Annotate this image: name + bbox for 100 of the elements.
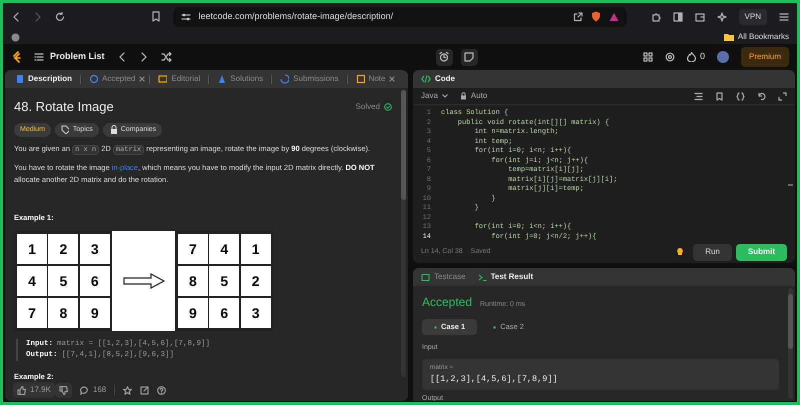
check-circle-icon <box>384 102 392 111</box>
close-icon[interactable] <box>389 76 396 82</box>
close-icon[interactable] <box>139 76 146 82</box>
panel-tab[interactable]: Note <box>352 71 390 87</box>
comment-icon <box>80 386 89 394</box>
matrix-cell: 4 <box>16 265 48 298</box>
comments-button[interactable]: 168 <box>80 384 106 396</box>
alarm-clock-icon <box>439 52 450 62</box>
settings-icon[interactable] <box>664 52 675 62</box>
matrix-cell: 6 <box>208 297 240 330</box>
avatar[interactable] <box>716 51 729 63</box>
verdict: Accepted <box>422 294 472 311</box>
puzzle-icon[interactable] <box>650 12 661 22</box>
matrix-cell: 6 <box>78 265 111 298</box>
scrollbar[interactable] <box>788 288 793 399</box>
panel-tab[interactable]: Editorial <box>154 71 204 87</box>
panel-tab[interactable]: Description <box>11 71 76 87</box>
undo-icon[interactable] <box>757 92 766 100</box>
matrix-cell: 1 <box>16 233 48 266</box>
expand-icon[interactable] <box>778 92 787 100</box>
matrix-cell: 4 <box>208 233 240 266</box>
matrix-cell: 5 <box>208 265 240 298</box>
matrix-cell: 3 <box>240 297 272 330</box>
next-icon[interactable] <box>138 52 149 62</box>
list-icon[interactable] <box>34 52 44 62</box>
sparkle-icon[interactable] <box>716 12 727 22</box>
scrollbar[interactable] <box>401 90 406 377</box>
streak-count: 0 <box>700 50 705 64</box>
tab-icon <box>280 74 290 84</box>
prev-icon[interactable] <box>116 52 127 62</box>
panel-tab[interactable]: Submissions <box>276 71 343 87</box>
menu-icon[interactable] <box>779 12 789 22</box>
mode-label: Auto <box>470 90 488 102</box>
tab-icon <box>158 74 168 84</box>
lock-icon <box>108 125 117 134</box>
panel-title: Code <box>435 73 455 85</box>
sticky-note-icon <box>464 52 474 62</box>
bookmark-icon[interactable] <box>715 92 724 100</box>
parameter-value: [[1,2,3],[4,5,6],[7,8,9]] <box>430 373 559 386</box>
address-bar[interactable]: leetcode.com/problems/rotate-image/description/ <box>172 6 627 26</box>
matrix-cell: 2 <box>47 233 80 266</box>
alarm-button[interactable] <box>436 48 453 66</box>
thumbs-down-icon <box>58 386 68 394</box>
bookmark-icon[interactable] <box>150 11 161 22</box>
tab-icon <box>15 74 24 84</box>
chevron-down-icon <box>442 94 448 98</box>
result-tab[interactable]: Testcase <box>421 271 466 283</box>
tab-icon <box>89 74 98 84</box>
matrix-cell: 9 <box>176 297 209 330</box>
braces-icon[interactable] <box>736 92 745 100</box>
dot-icon <box>493 326 496 328</box>
problem-title: 48. Rotate Image <box>14 98 114 116</box>
url-text: leetcode.com/problems/rotate-image/description/ <box>198 10 394 23</box>
shuffle-icon[interactable] <box>160 52 172 62</box>
panel-tab[interactable]: Solutions <box>213 71 268 87</box>
share-icon[interactable] <box>572 12 583 22</box>
tab-icon <box>217 74 226 84</box>
format-icon[interactable] <box>694 92 703 100</box>
matrix-cell: 7 <box>176 233 209 266</box>
problem-list-link[interactable]: Problem List <box>50 50 105 64</box>
help-icon[interactable] <box>157 386 166 394</box>
tab-icon <box>356 74 365 84</box>
matrix-cell: 7 <box>16 297 48 330</box>
triangle-icon[interactable] <box>608 12 619 22</box>
code-icon <box>421 75 431 83</box>
dislike-button[interactable] <box>54 382 72 398</box>
matrix-cell: 9 <box>78 297 111 330</box>
bookmarks-label[interactable]: All Bookmarks <box>738 31 789 43</box>
flame-icon[interactable] <box>686 52 696 62</box>
lightbulb-icon[interactable] <box>675 247 686 257</box>
back-icon[interactable] <box>11 12 21 22</box>
matrix-cell: 1 <box>240 233 272 266</box>
result-tab[interactable]: Test Result <box>478 271 534 283</box>
dot-icon <box>434 326 437 328</box>
folder-icon[interactable] <box>724 33 734 41</box>
site-settings-icon[interactable] <box>180 12 191 22</box>
reload-icon[interactable] <box>55 12 65 22</box>
matrix-cell: 2 <box>240 265 272 298</box>
matrix-cell: 8 <box>176 265 209 298</box>
logo-icon[interactable] <box>11 50 22 64</box>
thumbs-up-icon <box>17 386 26 394</box>
solved-status: Solved <box>356 100 380 113</box>
matrix-cell: 8 <box>47 297 80 330</box>
layout-icon[interactable] <box>642 52 653 62</box>
star-icon[interactable] <box>123 386 132 394</box>
sidebar-icon[interactable] <box>672 12 683 22</box>
tag-icon <box>60 125 69 134</box>
matrix-cell: 3 <box>78 233 111 266</box>
run-button[interactable]: Run <box>693 244 732 260</box>
lock-icon <box>460 92 467 100</box>
shield-icon[interactable] <box>590 11 601 22</box>
external-link-icon[interactable] <box>140 386 150 394</box>
premium-button[interactable]: Premium <box>740 47 789 67</box>
panel-tab[interactable]: Accepted <box>85 71 140 87</box>
note-button[interactable] <box>460 48 478 66</box>
matrix-cell: 5 <box>47 265 80 298</box>
like-button[interactable]: 17.9K <box>13 382 55 398</box>
language-dropdown[interactable]: Java <box>421 90 448 102</box>
checkbox-icon <box>421 272 430 282</box>
vpn-button[interactable]: VPN <box>738 8 767 24</box>
